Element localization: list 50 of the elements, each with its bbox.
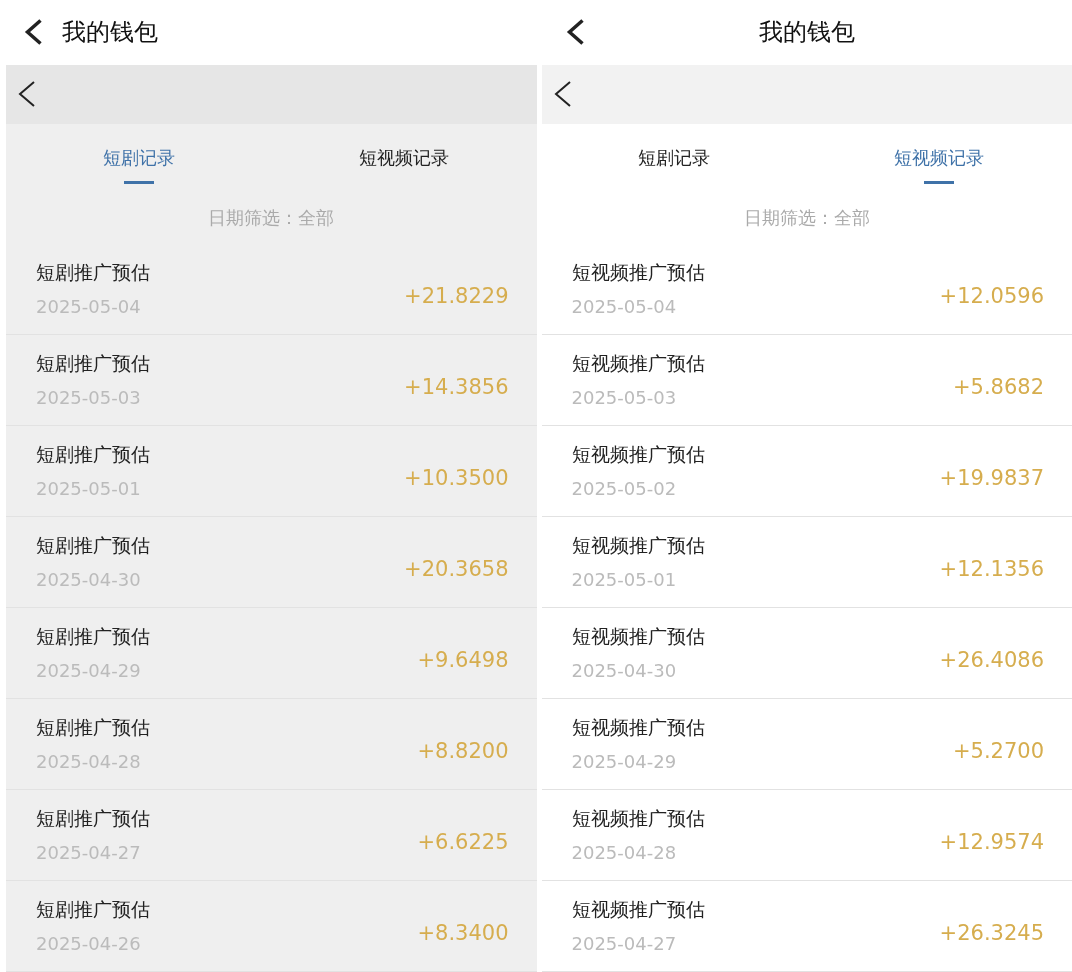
record-title: 短剧推广预估 [36,533,150,559]
record-title: 短剧推广预估 [36,624,150,650]
record-date: 2025-05-02 [571,476,678,501]
back-icon[interactable] [18,80,36,109]
record-date: 2025-04-30 [571,658,678,683]
record-title: 短视频推广预估 [571,533,705,559]
tab[interactable]: 短剧记录 [6,124,272,191]
page-title: 我的钱包 [62,17,158,49]
record-date: 2025-05-01 [571,567,678,592]
record-title: 短视频推广预估 [571,806,705,832]
record-amount: +26.3245 [939,920,1044,948]
record-title: 短剧推广预估 [36,897,150,923]
record-title: 短剧推广预估 [36,260,150,286]
record-title: 短剧推广预估 [36,715,150,741]
record-title: 短剧推广预估 [36,442,150,468]
record-title: 短视频推广预估 [571,442,705,468]
record-amount: +9.6498 [417,647,509,675]
record-date: 2025-04-29 [571,749,678,774]
record-amount: +12.1356 [939,556,1044,584]
record-date: 2025-05-04 [571,294,678,319]
record-amount: +21.8229 [404,283,509,311]
record-amount: +12.0596 [939,283,1044,311]
record-date: 2025-05-03 [571,385,678,410]
record-amount: +8.8200 [417,738,509,766]
tab[interactable]: 短视频记录 [271,124,537,191]
record-amount: +12.9574 [939,829,1044,857]
record-title: 短视频推广预估 [571,624,705,650]
record-title: 短视频推广预估 [571,260,705,286]
page-title: 我的钱包 [758,17,855,49]
back-icon[interactable] [565,17,586,48]
record-title: 短视频推广预估 [571,351,705,377]
back-icon[interactable] [553,80,572,109]
record-amount: +20.3658 [404,556,509,584]
record-date: 2025-04-27 [571,931,678,956]
record-date: 2025-04-28 [571,840,678,865]
record-amount: +14.3856 [404,374,509,402]
record-title: 短视频推广预估 [571,897,705,923]
record-amount: +19.9837 [939,465,1044,493]
record-amount: +26.4086 [939,647,1044,675]
record-amount: +6.6225 [417,829,509,857]
record-title: 短剧推广预估 [36,351,150,377]
record-amount: +10.3500 [404,465,509,493]
record-amount: +5.8682 [952,374,1044,402]
record-amount: +8.3400 [417,920,509,948]
record-amount: +5.2700 [952,738,1044,766]
record-title: 短视频推广预估 [571,715,705,741]
tab[interactable]: 短视频记录 [806,124,1072,191]
record-title: 短剧推广预估 [36,806,150,832]
tab[interactable]: 短剧记录 [541,124,807,191]
back-icon[interactable] [24,17,44,48]
